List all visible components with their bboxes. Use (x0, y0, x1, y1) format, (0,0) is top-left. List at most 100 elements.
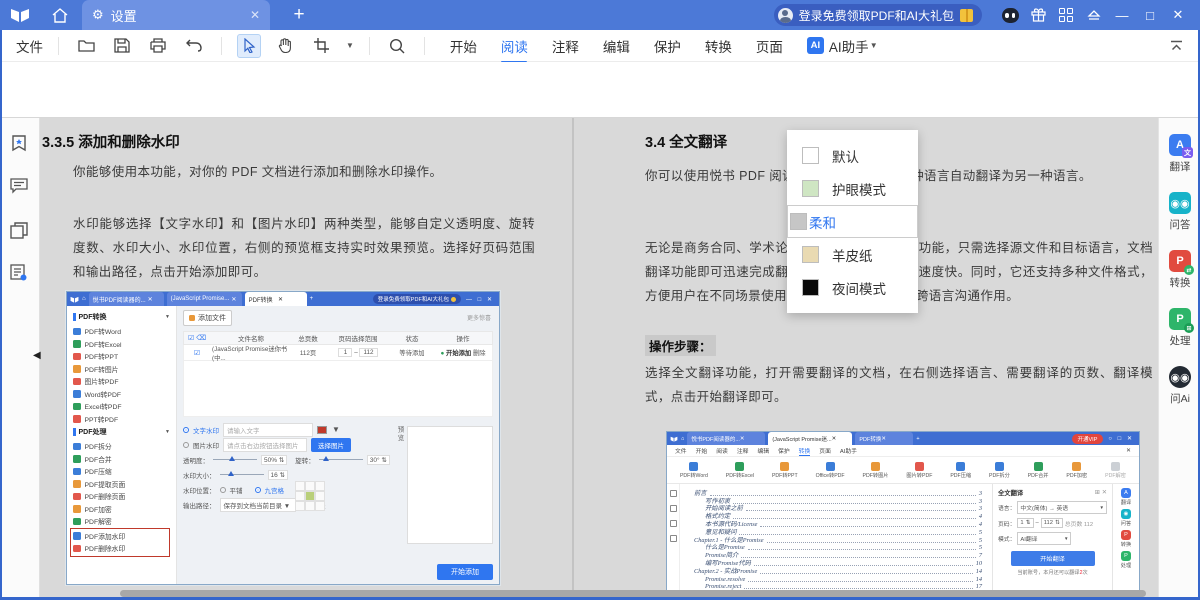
ai-assistant-menu[interactable]: AI AI助手 ▼ (807, 36, 878, 56)
crop-tool-button[interactable] (309, 34, 333, 58)
undo-button[interactable] (182, 34, 206, 58)
convert-tool[interactable]: P⇄ 转换 (1159, 250, 1200, 290)
menu-item-night-mode[interactable]: 夜间模式 (787, 271, 918, 304)
eject-icon[interactable] (1080, 0, 1108, 30)
shot2-start-translate-button: 开始翻译 (1011, 551, 1095, 566)
tab-convert[interactable]: 转换 (705, 36, 732, 56)
save-button[interactable] (110, 34, 134, 58)
convert-pdf-icon: P⇄ (1169, 250, 1191, 272)
collapse-toolbar-button[interactable] (1169, 40, 1184, 52)
shot1-home-icon: ⌂ (82, 296, 86, 302)
background-dropdown-menu: 默认 护眼模式 柔和 羊皮纸 夜间模式 (787, 130, 918, 313)
shot1-sidebar-item: PDF加密 (73, 503, 170, 516)
tab-protect[interactable]: 保护 (654, 36, 681, 56)
menu-item-soft[interactable]: 柔和 (787, 205, 918, 238)
shot1-start-button: 开始添加 (437, 564, 493, 580)
shot1-pick-image-button: 选择图片 (311, 438, 351, 452)
shot1-sidebar-item: Excel转PDF (73, 400, 170, 413)
gift-box-icon[interactable] (1024, 0, 1052, 30)
bookmarks-panel-icon[interactable] (10, 134, 28, 152)
tab-page[interactable]: 页面 (756, 36, 783, 56)
view-toolbar: − 67% ▼ + ↑ 18/22 ↓ ▼ 旋转 双页▼ 连续阅读 当前比例▼ (0, 62, 1200, 118)
home-button[interactable] (40, 0, 80, 30)
tab-settings[interactable]: ⚙ 设置 ✕ (82, 0, 270, 30)
shot2-toc: 前言3 写作初衷3 开始阅读之前3 格式约定4 本书源代码/License4 意… (680, 484, 992, 600)
shot1-text-input: 请输入文字 (223, 423, 313, 437)
shot1-sidebar-item: PDF压缩 (73, 465, 170, 478)
tab-annotate[interactable]: 注释 (552, 36, 579, 56)
menu-item-eye-protection[interactable]: 护眼模式 (787, 172, 918, 205)
tab-close-icon[interactable]: ✕ (250, 8, 260, 22)
menu-item-default[interactable]: 默认 (787, 139, 918, 172)
shot1-tab: (JavaScript Promise... ✕ (167, 292, 242, 306)
gift-icon (960, 9, 973, 22)
shot1-add-file-button: 添加文件 (183, 310, 232, 326)
shot1-sidebar-item: PDF转Excel (73, 338, 170, 351)
shot1-sidebar-item: PDF删除页面 (73, 490, 170, 503)
ai-assistant-label: AI助手 (829, 36, 869, 56)
file-menu[interactable]: 文件 (16, 36, 43, 56)
hand-tool-button[interactable] (273, 34, 297, 58)
shot2-menubar: 文件开始阅读 注释编辑保护 转换页面AI助手 ✕ (667, 445, 1139, 457)
process-pdf-icon: P⊞ (1169, 308, 1191, 330)
color-swatch (790, 213, 807, 230)
divider (369, 37, 370, 55)
shot1-process-header: PDF处理▼ (73, 427, 170, 437)
left-sidebar: ◀ (0, 118, 40, 600)
open-folder-button[interactable] (74, 34, 98, 58)
shot2-tab: 悦书PDF阅读器的... ✕ (687, 432, 765, 445)
menubar: 文件 ▼ 开始 阅读 注释 (0, 30, 1200, 62)
tab-read[interactable]: 阅读 (501, 36, 528, 56)
shot1-tab-active: PDF转换 ✕ (245, 292, 307, 306)
gear-icon: ⚙ (92, 7, 104, 23)
divider (221, 37, 222, 55)
shot1-sidebar-item: PDF转PPT (73, 350, 170, 363)
shot2-vip-pill: 开通VIP (1072, 434, 1104, 444)
shot1-main: 添加文件 更多惊喜 ☑ ⌫ 文件名称 总页数 页码选择范围 状态 操作 ☑ (177, 306, 499, 585)
shot1-sidebar-item-add-watermark: PDF添加水印 (73, 530, 167, 543)
search-button[interactable] (385, 34, 409, 58)
color-swatch (802, 147, 819, 164)
shot1-position-grid (295, 481, 325, 511)
shot1-sidebar-item: PDF转图片 (73, 363, 170, 376)
select-tool-button[interactable] (237, 34, 261, 58)
translate-tool[interactable]: A文 翻译 (1159, 134, 1200, 174)
shot1-output-path-select: 保存到文档当前目录 ▼ (220, 498, 296, 512)
comments-panel-icon[interactable] (10, 178, 28, 194)
shot2-right-rail: A翻译 ◉问答 P转换 P处理 (1112, 484, 1139, 600)
shot1-table-body (183, 361, 493, 417)
translate-icon: A文 (1169, 134, 1191, 156)
ask-ai-robot-icon: ◉◉ (1169, 366, 1191, 388)
ask-ai-tool[interactable]: ◉◉ 问Ai (1159, 366, 1200, 406)
print-button[interactable] (146, 34, 170, 58)
shot2-left-rail (667, 484, 680, 600)
maximize-button[interactable]: □ (1136, 0, 1164, 30)
assistant-robot-icon[interactable] (996, 0, 1024, 30)
color-swatch (802, 246, 819, 263)
process-tool[interactable]: P⊞ 处理 (1159, 308, 1200, 348)
horizontal-scrollbar[interactable] (120, 590, 1146, 597)
shot1-preview-box (407, 426, 493, 544)
tab-start[interactable]: 开始 (450, 36, 477, 56)
notes-panel-icon[interactable] (10, 264, 27, 281)
new-tab-button[interactable]: + (286, 4, 312, 26)
close-button[interactable]: ✕ (1164, 0, 1192, 30)
menu-item-parchment[interactable]: 羊皮纸 (787, 238, 918, 271)
apps-grid-icon[interactable] (1052, 0, 1080, 30)
shot1-titlebar: ⌂ 悦书PDF阅读器的... ✕ (JavaScript Promise... … (67, 292, 499, 306)
shot1-sidebar-item: Word转PDF (73, 388, 170, 401)
ai-icon: AI (807, 37, 824, 54)
divider (424, 37, 425, 55)
login-promo-button[interactable]: 登录免费领取PDF和AI大礼包 (774, 4, 982, 26)
minimize-button[interactable]: — (1108, 0, 1136, 30)
qa-tool[interactable]: ◉◉ 问答 (1159, 192, 1200, 232)
embedded-screenshot-watermark-tool: ⌂ 悦书PDF阅读器的... ✕ (JavaScript Promise... … (66, 291, 500, 585)
divider (58, 37, 59, 55)
shot1-corner-link: 更多惊喜 (467, 313, 491, 322)
thumbnails-panel-icon[interactable] (10, 222, 28, 239)
tab-edit[interactable]: 编辑 (603, 36, 630, 56)
shot1-sidebar-item: PPT转PDF (73, 413, 170, 426)
ribbon-tabs: 开始 阅读 注释 编辑 保护 转换 页面 (450, 36, 783, 56)
chevron-down-icon[interactable]: ▼ (346, 41, 354, 50)
qa-robot-icon: ◉◉ (1169, 192, 1191, 214)
